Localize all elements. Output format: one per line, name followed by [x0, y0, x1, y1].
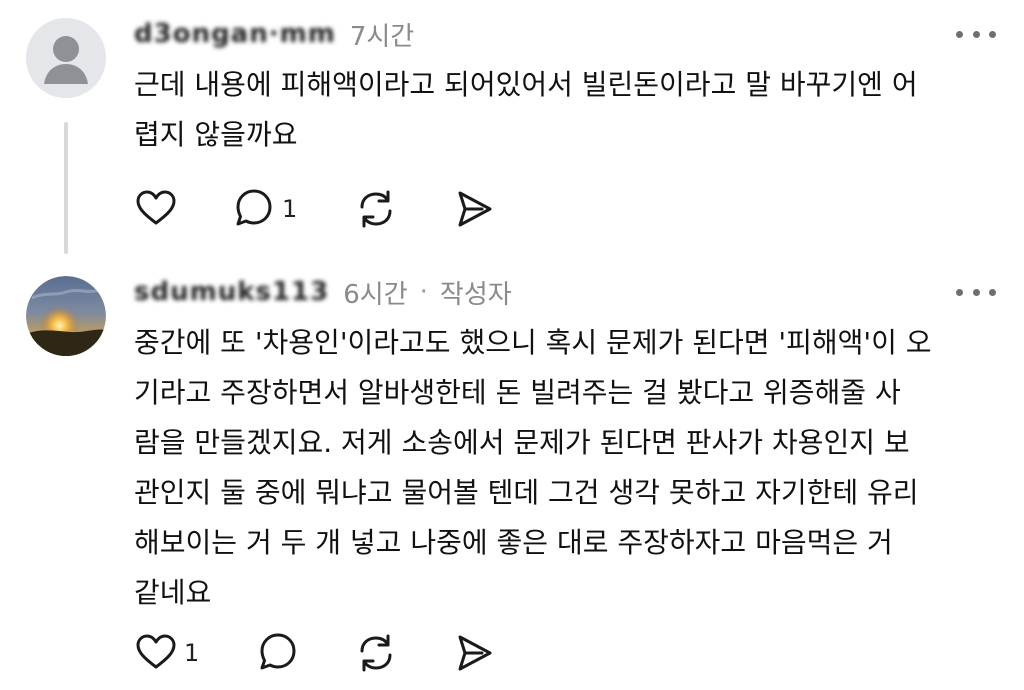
reply-count: 1 — [282, 195, 298, 223]
reply-button[interactable] — [256, 628, 354, 678]
repost-icon — [360, 634, 392, 672]
share-button[interactable] — [452, 184, 512, 234]
more-dots-icon[interactable] — [956, 282, 996, 302]
like-count: 1 — [184, 639, 200, 667]
thread-line — [64, 122, 68, 254]
default-user-icon — [26, 18, 106, 98]
more-dots-icon[interactable] — [956, 24, 996, 44]
action-bar: 1 — [134, 628, 512, 678]
avatar[interactable] — [26, 276, 106, 356]
comment-icon — [236, 189, 272, 226]
like-button[interactable] — [134, 184, 232, 234]
timestamp: 7시간 — [349, 21, 415, 52]
timestamp: 6시간 — [343, 279, 408, 310]
separator-dot: · — [419, 277, 428, 307]
repost-button[interactable] — [354, 184, 452, 234]
comment-text: 중간에 또 '차용인'이라고도 했으니 혹시 문제가 된다면 '피해액'이 오 … — [134, 326, 932, 609]
username[interactable]: sdumuks113 — [134, 277, 329, 307]
comment-header: d3ongan·mm 7시간 — [134, 14, 414, 54]
author-badge: 작성자 — [439, 279, 512, 310]
comment-text: 근데 내용에 피해액이라고 되어있어서 빌린돈이라고 말 바꾸기엔 어 렵지 않… — [134, 68, 918, 151]
share-button[interactable] — [452, 628, 512, 678]
send-icon — [458, 191, 492, 227]
sunset-photo-avatar — [26, 276, 106, 356]
comment-icon — [260, 633, 296, 670]
comment-1: d3ongan·mm 7시간 근데 내용에 피해액이라고 되어있어서 빌린돈이라… — [0, 0, 1024, 260]
repost-button[interactable] — [354, 628, 452, 678]
comment-header: sdumuks113 6시간 · 작성자 — [134, 272, 512, 312]
avatar[interactable] — [26, 18, 106, 98]
heart-icon — [136, 634, 176, 669]
reply-button[interactable]: 1 — [232, 184, 354, 234]
like-button[interactable]: 1 — [134, 628, 256, 678]
comment-2: sdumuks113 6시간 · 작성자 중간에 또 '차용인'이라고도 했으니… — [0, 260, 1024, 690]
heart-icon — [136, 190, 176, 225]
action-bar: 1 — [134, 184, 512, 234]
username[interactable]: d3ongan·mm — [134, 19, 336, 49]
send-icon — [458, 635, 492, 671]
repost-icon — [360, 190, 392, 228]
